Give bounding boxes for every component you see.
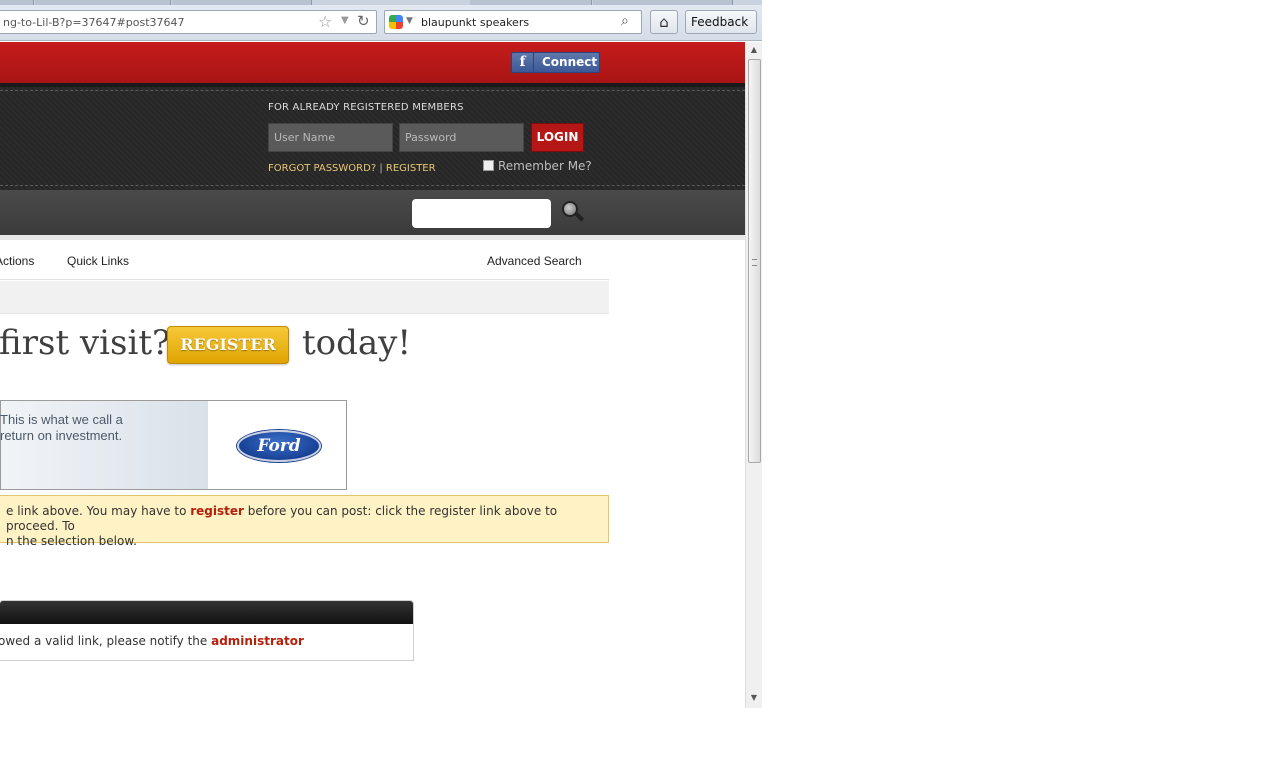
remember-me[interactable]: Remember Me? <box>483 159 592 173</box>
divider <box>0 90 745 91</box>
vertical-scrollbar[interactable]: ▲ ▼ <box>745 42 762 708</box>
register-link[interactable]: REGISTER <box>386 163 436 174</box>
nav-quick-links[interactable]: Quick Links <box>67 254 129 268</box>
welcome-text-end: today! <box>302 323 412 363</box>
forgot-password-link[interactable]: FORGOT PASSWORD? <box>268 163 376 174</box>
notice-line: e link above. You may have to register b… <box>6 504 608 534</box>
password-field[interactable]: Password <box>399 123 524 152</box>
feedback-label: Feedback <box>691 15 749 29</box>
notice-line: n the selection below. <box>6 534 137 548</box>
divider <box>0 185 745 186</box>
nav-advanced-search[interactable]: Advanced Search <box>487 254 582 268</box>
error-message: owed a valid link, please notify the adm… <box>0 634 304 648</box>
search-icon-handle <box>574 212 585 222</box>
login-panel: FOR ALREADY REGISTERED MEMBERS User Name… <box>0 83 745 190</box>
notice-text: e link above. You may have to <box>6 504 191 518</box>
register-button[interactable]: REGISTER <box>167 326 289 364</box>
ad-banner[interactable]: This is what we call a return on investm… <box>0 400 347 490</box>
ad-copy-area: This is what we call a return on investm… <box>0 401 208 489</box>
web-page: f Connect FOR ALREADY REGISTERED MEMBERS… <box>0 42 745 708</box>
browser-search-box[interactable]: ▼ blaupunkt speakers ⌕ <box>384 10 642 34</box>
magnifier-icon[interactable]: ⌕ <box>621 13 629 29</box>
forum-nav: Actions Quick Links Advanced Search <box>0 240 609 280</box>
notice-box: e link above. You may have to register b… <box>0 495 609 548</box>
remember-me-checkbox[interactable] <box>483 160 494 171</box>
welcome-text: r first visit? <box>0 323 171 363</box>
login-links: FORGOT PASSWORD? | REGISTER <box>268 163 436 174</box>
login-button[interactable]: LOGIN <box>531 123 584 152</box>
address-text[interactable]: ng-to-Lil-B?p=37647#post37647 <box>3 16 185 29</box>
top-red-bar: f Connect <box>0 42 745 83</box>
username-field[interactable]: User Name <box>268 123 393 152</box>
address-bar[interactable]: ng-to-Lil-B?p=37647#post37647 ☆ ▼ ↻ <box>0 10 377 34</box>
breadcrumb <box>0 281 609 314</box>
error-box-header <box>0 601 413 624</box>
reload-icon[interactable]: ↻ <box>357 12 370 30</box>
facebook-connect-button[interactable]: f Connect <box>511 52 600 73</box>
scroll-down-icon[interactable]: ▼ <box>746 690 762 706</box>
chevron-down-icon[interactable]: ▼ <box>341 15 349 26</box>
site-search-bar <box>0 190 745 235</box>
ford-logo: Ford <box>237 430 321 462</box>
feedback-button[interactable]: Feedback ▼ <box>685 10 757 50</box>
browser-toolbar: ng-to-Lil-B?p=37647#post37647 ☆ ▼ ↻ ▼ bl… <box>0 5 762 50</box>
ad-line: This is what we call a <box>0 412 123 427</box>
browser-window: ng-to-Lil-B?p=37647#post37647 ☆ ▼ ↻ ▼ bl… <box>0 0 762 708</box>
error-text: owed a valid link, please notify the <box>0 634 212 648</box>
administrator-link[interactable]: administrator <box>211 634 304 648</box>
login-heading: FOR ALREADY REGISTERED MEMBERS <box>268 102 464 113</box>
ad-line: return on investment. <box>0 428 123 443</box>
scrollbar-thumb[interactable] <box>748 59 761 463</box>
nav-actions[interactable]: Actions <box>0 254 34 268</box>
link-separator: | <box>379 163 383 174</box>
star-icon[interactable]: ☆ <box>318 13 332 31</box>
search-icon[interactable] <box>560 199 585 226</box>
home-button[interactable]: ⌂ <box>650 10 678 34</box>
google-icon[interactable] <box>389 15 403 29</box>
facebook-icon: f <box>512 53 534 72</box>
remember-me-label: Remember Me? <box>498 159 592 173</box>
chevron-down-icon[interactable]: ▼ <box>406 16 413 26</box>
error-box: owed a valid link, please notify the adm… <box>0 600 414 661</box>
site-search-input[interactable] <box>412 199 551 228</box>
grip-icon <box>752 259 757 266</box>
home-icon: ⌂ <box>659 13 669 31</box>
scroll-up-icon[interactable]: ▲ <box>746 42 762 58</box>
search-query[interactable]: blaupunkt speakers <box>421 16 529 29</box>
facebook-connect-label: Connect <box>542 55 598 69</box>
notice-register-link[interactable]: register <box>190 504 244 518</box>
